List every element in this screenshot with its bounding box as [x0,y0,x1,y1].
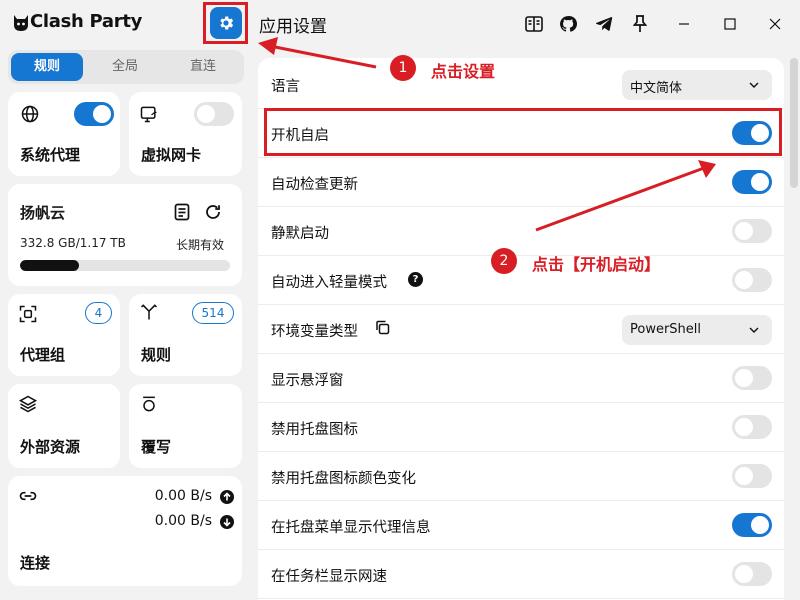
cat-icon [14,15,28,31]
download-arrow-icon [220,515,234,529]
rules-count: 514 [192,302,234,324]
highlight-autostart-row [264,108,782,156]
env-type-select[interactable]: PowerShell [622,315,772,345]
resources-card[interactable]: 外部资源 [8,384,120,468]
override-icon [143,396,155,412]
resources-label: 外部资源 [20,438,81,456]
mode-tabs: 规则 全局 直连 [8,50,244,84]
copy-icon[interactable] [375,320,390,335]
usage-progress-fill [20,260,79,271]
select-value: 中文简体 [630,81,683,96]
setting-label: 禁用托盘图标颜色变化 [271,471,416,487]
profile-expire: 长期有效 [175,238,224,252]
tab-direct[interactable]: 直连 [167,53,239,81]
disable-tray-toggle[interactable] [732,415,772,439]
silent-start-toggle[interactable] [732,219,772,243]
help-icon[interactable]: ? [408,272,423,287]
setting-row-env-type: 环境变量类型 PowerShell [258,305,784,354]
tray-color-toggle[interactable] [732,464,772,488]
highlight-settings-button [203,2,248,44]
upload-speed: 0.00 B/s [154,488,212,504]
setting-row-language: 语言 中文简体 [258,60,784,109]
refresh-icon[interactable] [204,203,222,221]
maximize-icon[interactable] [720,14,740,34]
light-mode-toggle[interactable] [732,268,772,292]
setting-label: 语言 [271,79,300,95]
upload-arrow-icon [220,490,234,504]
setting-row-floating-window: 显示悬浮窗 [258,354,784,403]
tun-card[interactable]: 虚拟网卡 [129,92,242,176]
usage-progress-bar [20,260,230,271]
setting-label: 在任务栏显示网速 [271,569,387,585]
chevron-down-icon [749,327,759,333]
profile-card[interactable]: 扬帆云 332.8 GB/1.17 TB 长期有效 [8,184,242,286]
auto-update-toggle[interactable] [732,170,772,194]
link-icon [19,491,37,501]
globe-icon [21,105,39,123]
minimize-icon[interactable] [674,14,694,34]
profile-usage: 332.8 GB/1.17 TB [20,236,126,250]
setting-row-disable-tray: 禁用托盘图标 [258,403,784,452]
system-proxy-toggle[interactable] [74,102,114,126]
scrollbar[interactable] [790,58,798,188]
override-label: 覆写 [141,438,172,456]
proxy-groups-count: 4 [85,302,112,324]
proxy-groups-label: 代理组 [20,346,66,364]
language-select[interactable]: 中文简体 [622,70,772,100]
connections-card[interactable]: 0.00 B/s 0.00 B/s 连接 [8,476,242,586]
setting-row-silent-start: 静默启动 [258,207,784,256]
tun-toggle[interactable] [194,102,234,126]
rules-label: 规则 [141,346,172,364]
tun-label: 虚拟网卡 [141,146,202,164]
sidebar: Clash Party 规则 全局 直连 系统代理 虚拟网卡 扬帆云 332.8… [0,0,250,600]
annotation-step-2-badge: 2 [491,248,517,274]
taskbar-speed-toggle[interactable] [732,562,772,586]
override-card[interactable]: 覆写 [129,384,242,468]
proxy-groups-card[interactable]: 4 代理组 [8,294,120,376]
tray-proxy-info-toggle[interactable] [732,513,772,537]
rules-card[interactable]: 514 规则 [129,294,242,376]
main-topbar: 应用设置 [250,0,800,48]
connections-label: 连接 [20,554,51,572]
scan-icon [19,305,37,323]
annotation-step-1-text: 点击设置 [431,62,496,81]
network-card-icon [140,106,157,123]
book-icon[interactable] [524,14,544,34]
setting-label: 自动进入轻量模式 [271,275,387,291]
app-title: Clash Party [30,11,143,32]
setting-row-auto-update: 自动检查更新 [258,158,784,207]
tab-global[interactable]: 全局 [89,53,161,81]
setting-label: 在托盘菜单显示代理信息 [271,520,431,536]
setting-label: 静默启动 [271,226,329,242]
document-icon[interactable] [174,203,190,221]
page-title: 应用设置 [259,17,327,37]
select-value: PowerShell [630,322,702,337]
chevron-down-icon [749,82,759,88]
annotation-step-2-text: 点击【开机启动】 [532,255,661,274]
fork-icon [140,304,158,320]
setting-row-tray-proxy-info: 在托盘菜单显示代理信息 [258,501,784,550]
setting-label: 显示悬浮窗 [271,373,344,389]
setting-label: 环境变量类型 [271,324,358,340]
setting-label: 禁用托盘图标 [271,422,358,438]
telegram-icon[interactable] [594,14,614,34]
pin-icon[interactable] [630,14,650,34]
system-proxy-card[interactable]: 系统代理 [8,92,120,176]
system-proxy-label: 系统代理 [20,146,81,164]
tab-rule[interactable]: 规则 [11,53,83,81]
annotation-step-1-badge: 1 [390,55,416,81]
layers-icon [18,395,38,413]
floating-window-toggle[interactable] [732,366,772,390]
close-icon[interactable] [765,14,785,34]
download-speed: 0.00 B/s [154,513,212,529]
setting-row-light-mode: 自动进入轻量模式 ? [258,256,784,305]
setting-row-tray-color: 禁用托盘图标颜色变化 [258,452,784,501]
setting-row-taskbar-speed: 在任务栏显示网速 [258,550,784,599]
setting-label: 自动检查更新 [271,177,358,193]
github-icon[interactable] [558,14,578,34]
profile-name: 扬帆云 [20,204,66,222]
